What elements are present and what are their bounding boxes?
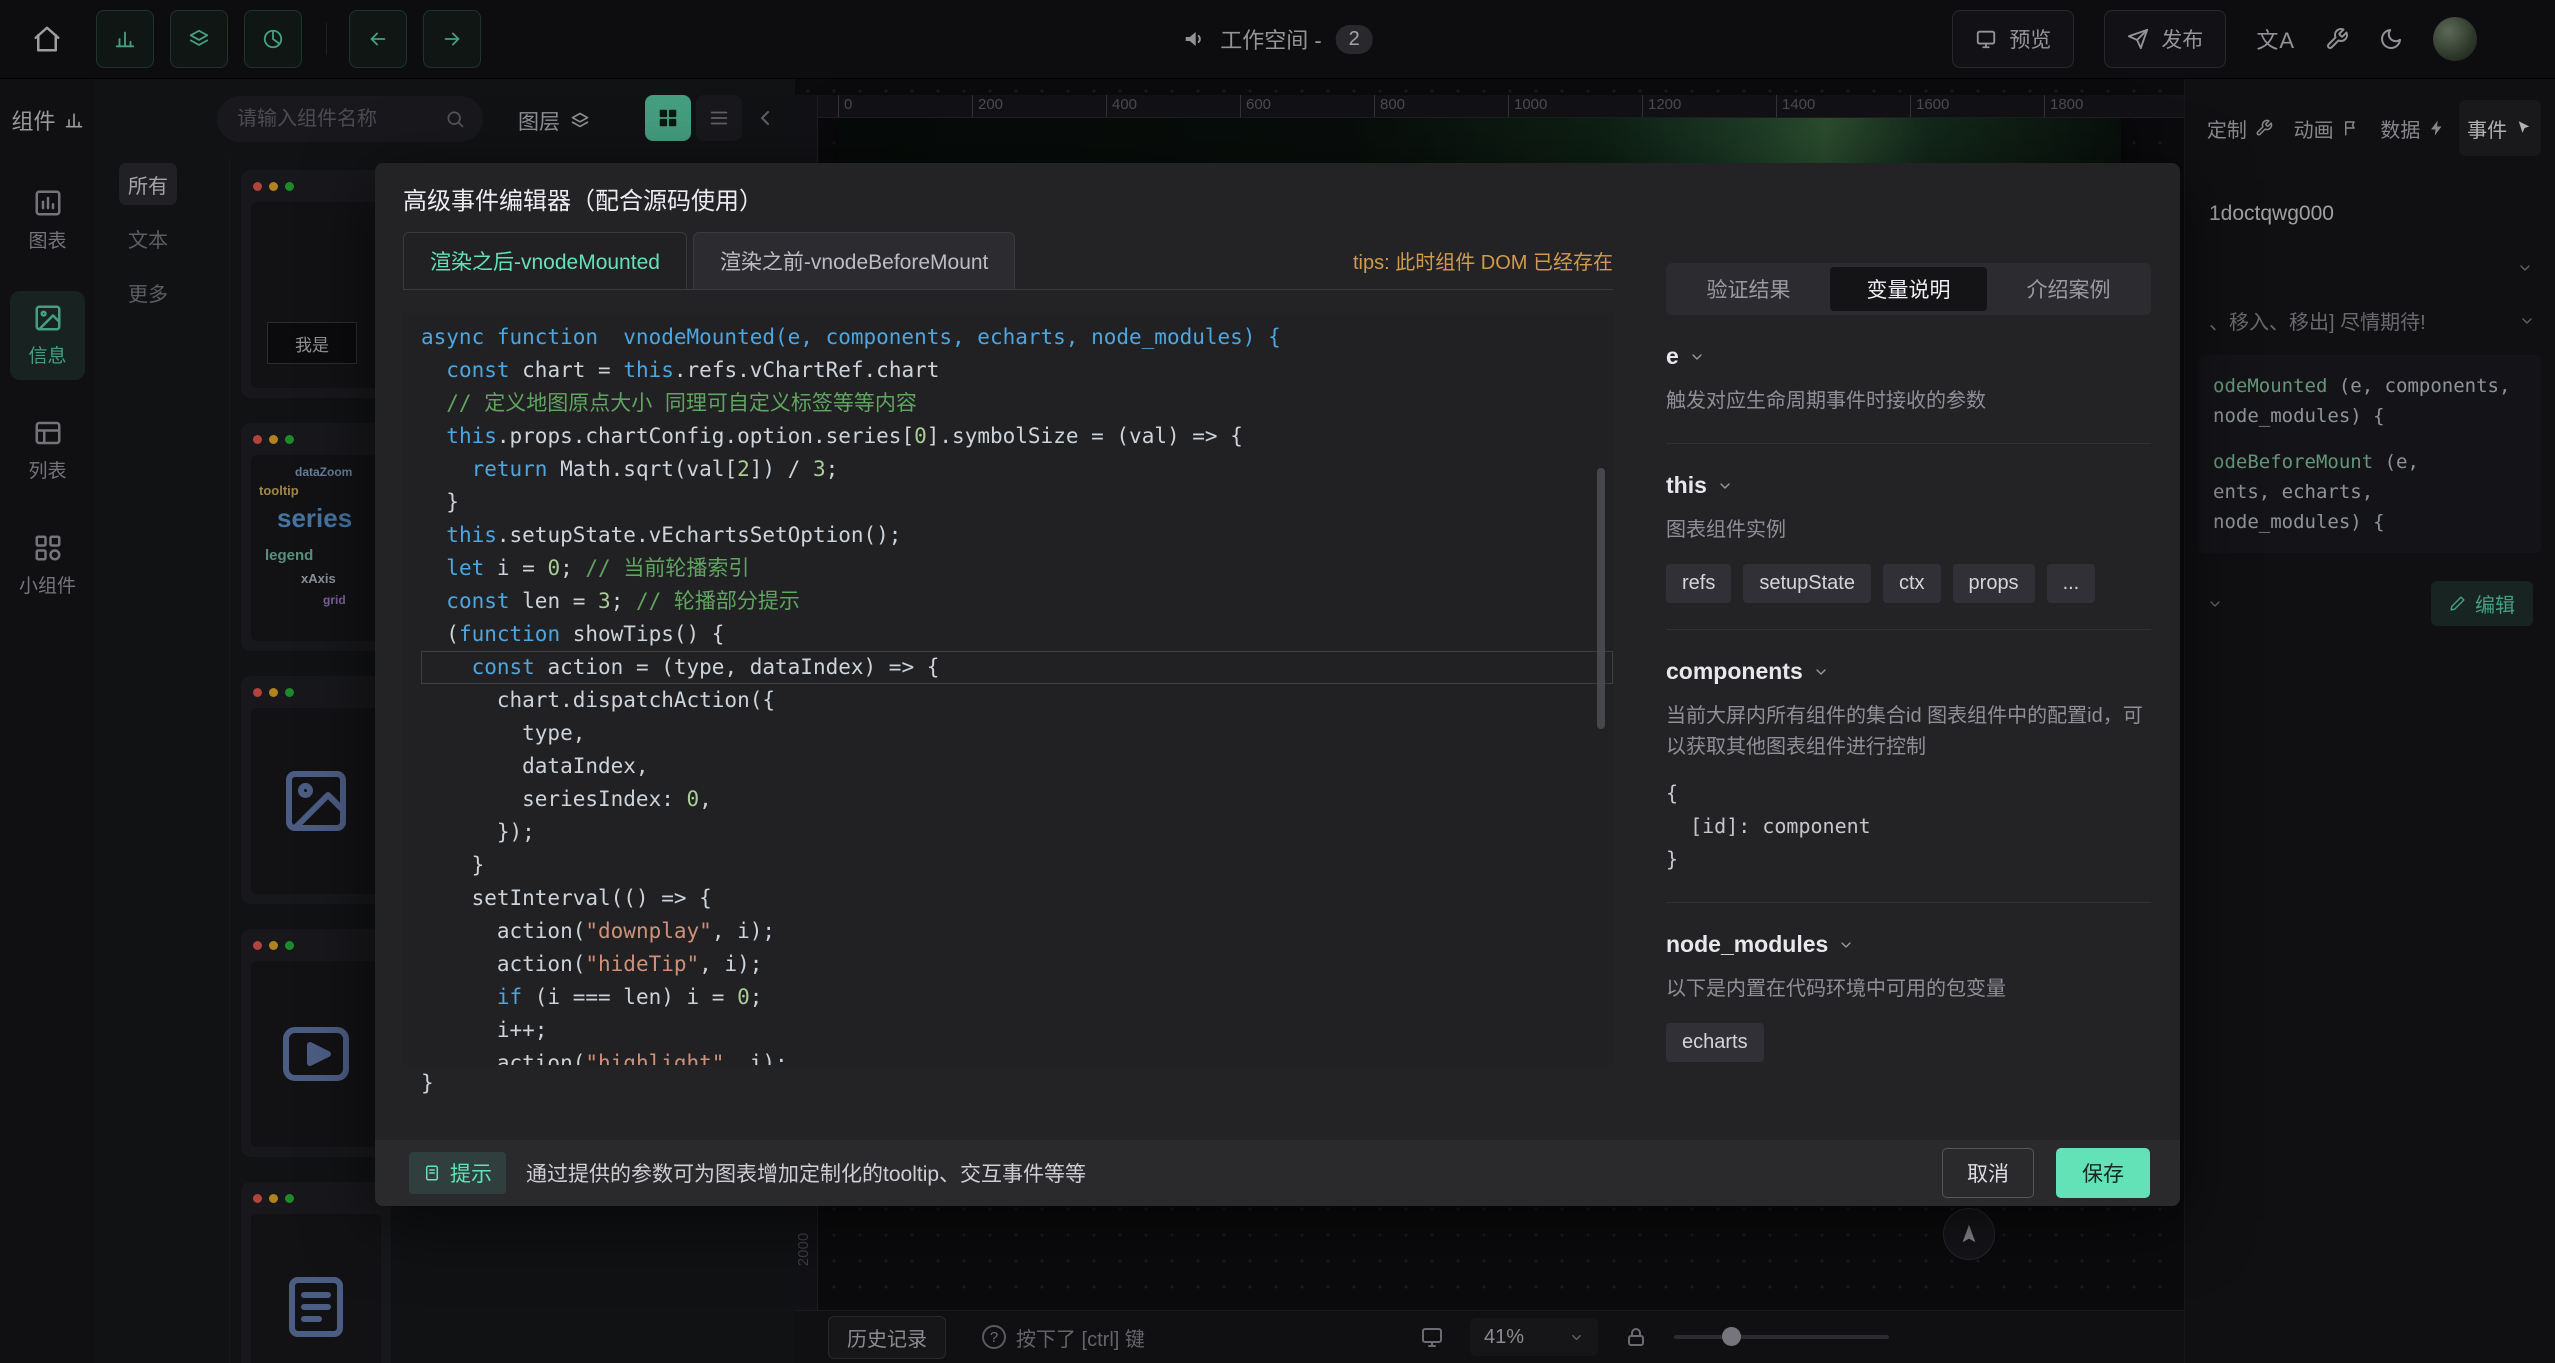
tip-badge: 提示: [409, 1152, 506, 1194]
code-line: const chart = this.refs.vChartRef.chart: [421, 354, 1613, 387]
param-chip: props: [1953, 564, 2035, 603]
param-chip-row: refs setupState ctx props...: [1666, 564, 2151, 603]
modal-title: 高级事件编辑器（配合源码使用）: [403, 181, 763, 216]
doc-section-header[interactable]: this: [1666, 472, 2151, 499]
doc-section-header[interactable]: node_modules: [1666, 931, 2151, 958]
tip-badge-label: 提示: [450, 1158, 492, 1188]
code-line: action("highlight", i);: [421, 1047, 1613, 1065]
code-line: action("downplay", i);: [421, 915, 1613, 948]
code-line: let i = 0; // 当前轮播索引: [421, 552, 1613, 585]
param-chip-row: echarts: [1666, 1023, 2151, 1062]
code-line: type,: [421, 717, 1613, 750]
docs-sections: e 触发对应生命周期事件时接收的参数 this 图表组件实例 refs setupStat…: [1666, 343, 2151, 1062]
code-line: // 定义地图原点大小 同理可自定义标签等等内容: [421, 387, 1613, 420]
advanced-event-editor-modal: 高级事件编辑器（配合源码使用） 渲染之后-vnodeMounted渲染之前-vn…: [375, 163, 2180, 1206]
code-line: if (i === len) i = 0;: [421, 981, 1613, 1014]
doc-section-components: components 当前大屏内所有组件的集合id 图表组件中的配置id，可以获取…: [1666, 658, 2151, 903]
doc-code-block: { [id]: component }: [1666, 777, 2151, 876]
code-line: action("hideTip", i);: [421, 948, 1613, 981]
docs-tabs: 验证结果变量说明介绍案例: [1666, 263, 2151, 315]
doc-section-header[interactable]: components: [1666, 658, 2151, 685]
code-editor[interactable]: async function vnodeMounted(e, component…: [403, 313, 1613, 1065]
doc-divider: [1666, 902, 2151, 903]
app-root: 工作空间 - 2 预览 发布 文A 组件 图表信息列表小组件: [0, 0, 2555, 1363]
modal-tab[interactable]: 渲染之后-vnodeMounted: [403, 232, 687, 289]
doc-section-e: e 触发对应生命周期事件时接收的参数: [1666, 343, 2151, 444]
code-line: }: [421, 849, 1613, 882]
tip-text: 通过提供的参数可为图表增加定制化的tooltip、交互事件等等: [526, 1158, 1086, 1188]
docs-tab[interactable]: 验证结果: [1670, 267, 1827, 311]
code-line: dataIndex,: [421, 750, 1613, 783]
chevron-down-icon: [1838, 937, 1854, 953]
code-line: });: [421, 816, 1613, 849]
modal-tip: tips: 此时组件 DOM 已经存在: [1353, 231, 1613, 289]
code-line: }: [421, 486, 1613, 519]
code-line: return Math.sqrt(val[2]) / 3;: [421, 453, 1613, 486]
editor-scrollbar[interactable]: [1597, 468, 1605, 729]
code-line: const len = 3; // 轮播部分提示: [421, 585, 1613, 618]
code-line: i++;: [421, 1014, 1613, 1047]
code-line: this.props.chartConfig.option.series[0].…: [421, 420, 1613, 453]
param-chip: refs: [1666, 564, 1731, 603]
code-closing-brace: }: [421, 1071, 434, 1095]
doc-section-desc: 以下是内置在代码环境中可用的包变量: [1666, 974, 2151, 1005]
param-chip: ctx: [1883, 564, 1941, 603]
code-line: (function showTips() {: [421, 618, 1613, 651]
code-line: async function vnodeMounted(e, component…: [421, 321, 1613, 354]
param-chip: ...: [2047, 564, 2096, 603]
doc-section-this: this 图表组件实例 refs setupState ctx props...: [1666, 472, 2151, 630]
modal-actions: 取消 保存: [1942, 1148, 2150, 1198]
modal-footer: 提示 通过提供的参数可为图表增加定制化的tooltip、交互事件等等 取消 保存: [375, 1140, 2180, 1206]
doc-section-header[interactable]: e: [1666, 343, 2151, 370]
code-line: chart.dispatchAction({: [421, 684, 1613, 717]
file-icon: [423, 1164, 441, 1182]
code-line: this.setupState.vEchartsSetOption();: [421, 519, 1613, 552]
docs-tab[interactable]: 介绍案例: [1990, 267, 2147, 311]
doc-section-desc: 当前大屏内所有组件的集合id 图表组件中的配置id，可以获取其他图表组件进行控制: [1666, 701, 2151, 763]
code-line: setInterval(() => {: [421, 882, 1613, 915]
doc-divider: [1666, 629, 2151, 630]
docs-tab[interactable]: 变量说明: [1830, 267, 1987, 311]
code-line: const action = (type, dataIndex) => {: [421, 651, 1613, 684]
doc-divider: [1666, 443, 2151, 444]
chevron-down-icon: [1689, 349, 1705, 365]
param-chip: setupState: [1743, 564, 1871, 603]
code-line: seriesIndex: 0,: [421, 783, 1613, 816]
param-chip: echarts: [1666, 1023, 1764, 1062]
docs-panel: 验证结果变量说明介绍案例 e 触发对应生命周期事件时接收的参数 this 图表组件实例…: [1666, 263, 2151, 1153]
chevron-down-icon: [1717, 478, 1733, 494]
modal-tab[interactable]: 渲染之前-vnodeBeforeMount: [693, 232, 1015, 289]
doc-section-node_modules: node_modules 以下是内置在代码环境中可用的包变量 echarts: [1666, 931, 2151, 1062]
chevron-down-icon: [1813, 664, 1829, 680]
cancel-button[interactable]: 取消: [1942, 1148, 2034, 1198]
modal-tabs: 渲染之后-vnodeMounted渲染之前-vnodeBeforeMount t…: [403, 231, 1613, 290]
doc-section-desc: 图表组件实例: [1666, 515, 2151, 546]
save-button[interactable]: 保存: [2056, 1148, 2150, 1198]
doc-section-desc: 触发对应生命周期事件时接收的参数: [1666, 386, 2151, 417]
